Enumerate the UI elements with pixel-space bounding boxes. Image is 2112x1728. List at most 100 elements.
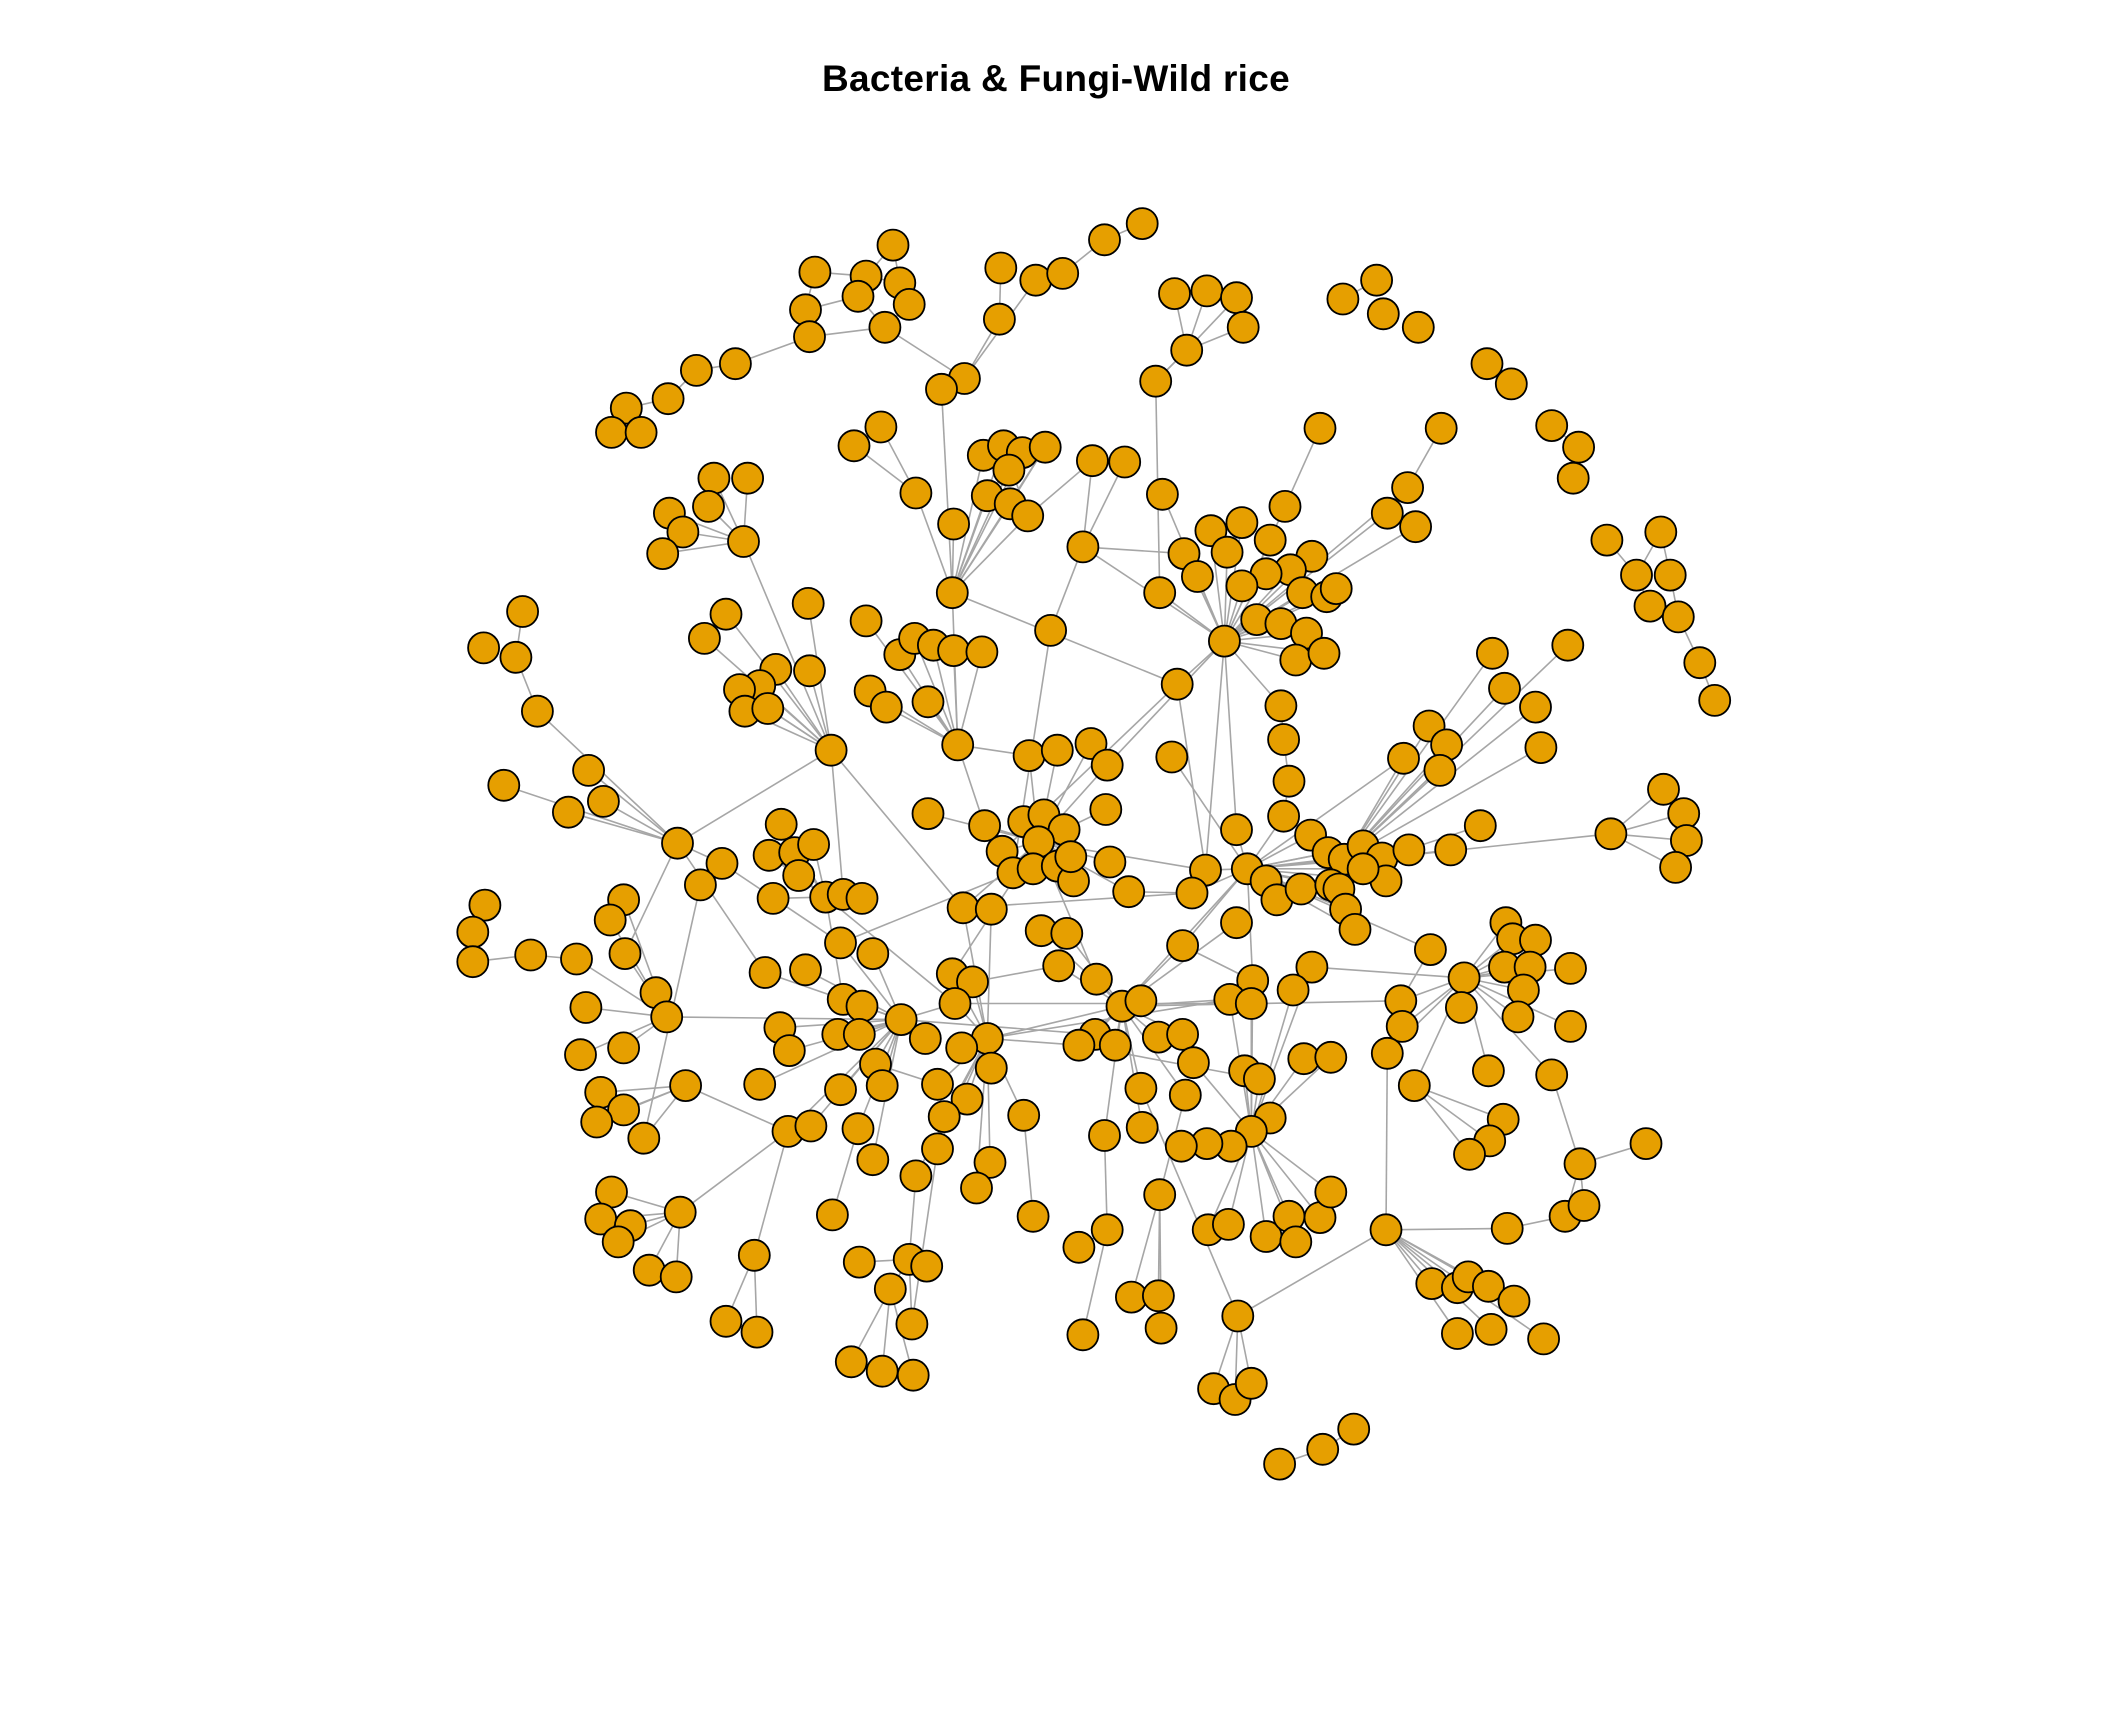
network-node <box>1385 1010 1419 1043</box>
network-node <box>842 1245 876 1279</box>
network-node <box>1040 733 1074 767</box>
network-node <box>1370 1036 1404 1070</box>
network-node <box>892 287 926 321</box>
network-node <box>1220 906 1253 940</box>
network-node <box>719 347 752 381</box>
network-node <box>927 1100 961 1133</box>
network-node <box>1234 987 1268 1020</box>
network-node <box>1620 558 1653 592</box>
network-node <box>564 1038 597 1072</box>
network-node <box>1661 600 1695 634</box>
network-node <box>456 915 490 949</box>
network-node <box>624 415 658 449</box>
network-node <box>740 1315 774 1349</box>
network-node <box>1264 689 1298 723</box>
network-node <box>868 310 902 344</box>
network-node <box>1507 973 1540 1007</box>
network-node <box>709 597 743 631</box>
network-node <box>1567 1189 1601 1222</box>
network-node <box>899 1159 933 1193</box>
network-node <box>1338 913 1372 946</box>
network-node <box>946 891 980 925</box>
network-node <box>632 1253 666 1287</box>
network-node <box>983 302 1016 336</box>
network-node <box>456 945 490 979</box>
network-node <box>1076 444 1109 478</box>
network-node <box>1488 671 1521 705</box>
network-node <box>1170 333 1204 367</box>
network-node <box>1090 1213 1124 1247</box>
network-node <box>499 640 533 674</box>
network-node <box>580 1105 614 1139</box>
network-node <box>849 604 883 638</box>
network-node <box>593 903 627 937</box>
network-node <box>1524 731 1558 764</box>
network-node <box>1234 1366 1268 1400</box>
network-node <box>1142 1279 1175 1313</box>
network-node <box>467 631 501 665</box>
network-node <box>1208 624 1241 658</box>
network-edge <box>679 1130 789 1213</box>
network-node <box>876 228 910 262</box>
network-node <box>1445 991 1478 1024</box>
network-node <box>680 353 713 387</box>
network-node <box>1387 741 1420 775</box>
network-node <box>727 525 760 558</box>
network-node <box>1441 1317 1474 1350</box>
network-node <box>984 251 1018 285</box>
network-node <box>661 826 694 860</box>
network-graph <box>456 207 1732 1481</box>
network-node <box>1050 917 1084 950</box>
network-node <box>1556 461 1590 495</box>
network-node <box>1019 263 1053 297</box>
network-node <box>911 797 945 830</box>
network-edge <box>986 909 993 1039</box>
network-node <box>845 989 879 1023</box>
network-node <box>1090 748 1124 782</box>
network-edge <box>1223 641 1238 830</box>
network-node <box>794 1109 828 1143</box>
network-node <box>865 1069 899 1102</box>
network-node <box>1210 535 1244 569</box>
network-node <box>1253 523 1287 557</box>
network-node <box>521 694 554 728</box>
network-node <box>1088 223 1121 257</box>
network-node <box>1177 1046 1210 1080</box>
network-node <box>627 1121 661 1155</box>
network-node <box>791 587 825 620</box>
network-node <box>965 635 999 669</box>
network-node <box>697 461 731 495</box>
network-node <box>1424 411 1458 445</box>
network-node <box>1633 589 1667 623</box>
network-node <box>1263 1447 1296 1481</box>
network-node <box>1414 933 1447 966</box>
network-node <box>1028 430 1062 464</box>
network-node <box>789 953 822 987</box>
network-node <box>1276 973 1310 1007</box>
network-node <box>841 279 875 313</box>
network-node <box>837 429 871 463</box>
network-node <box>1146 477 1179 511</box>
network-node <box>506 595 539 628</box>
network-node <box>669 1069 702 1102</box>
network-node <box>688 622 721 655</box>
network-node <box>1139 364 1173 398</box>
network-node <box>1535 409 1569 443</box>
network-node <box>1160 667 1194 701</box>
network-node <box>1168 1078 1202 1112</box>
network-node <box>925 372 958 406</box>
network-node <box>1392 833 1426 867</box>
network-node <box>1423 754 1457 787</box>
network-node <box>1166 1018 1199 1051</box>
network-node <box>1494 367 1528 401</box>
network-node <box>935 576 969 610</box>
network-node <box>1166 929 1199 962</box>
network-figure: Bacteria & Fungi-Wild rice <box>0 0 2112 1728</box>
network-node <box>1401 310 1435 344</box>
network-node <box>1066 530 1100 564</box>
network-node <box>960 1171 993 1205</box>
network-node <box>1562 430 1595 464</box>
network-node <box>1360 263 1393 297</box>
network-node <box>1535 1058 1569 1092</box>
network-node <box>1369 1213 1403 1247</box>
